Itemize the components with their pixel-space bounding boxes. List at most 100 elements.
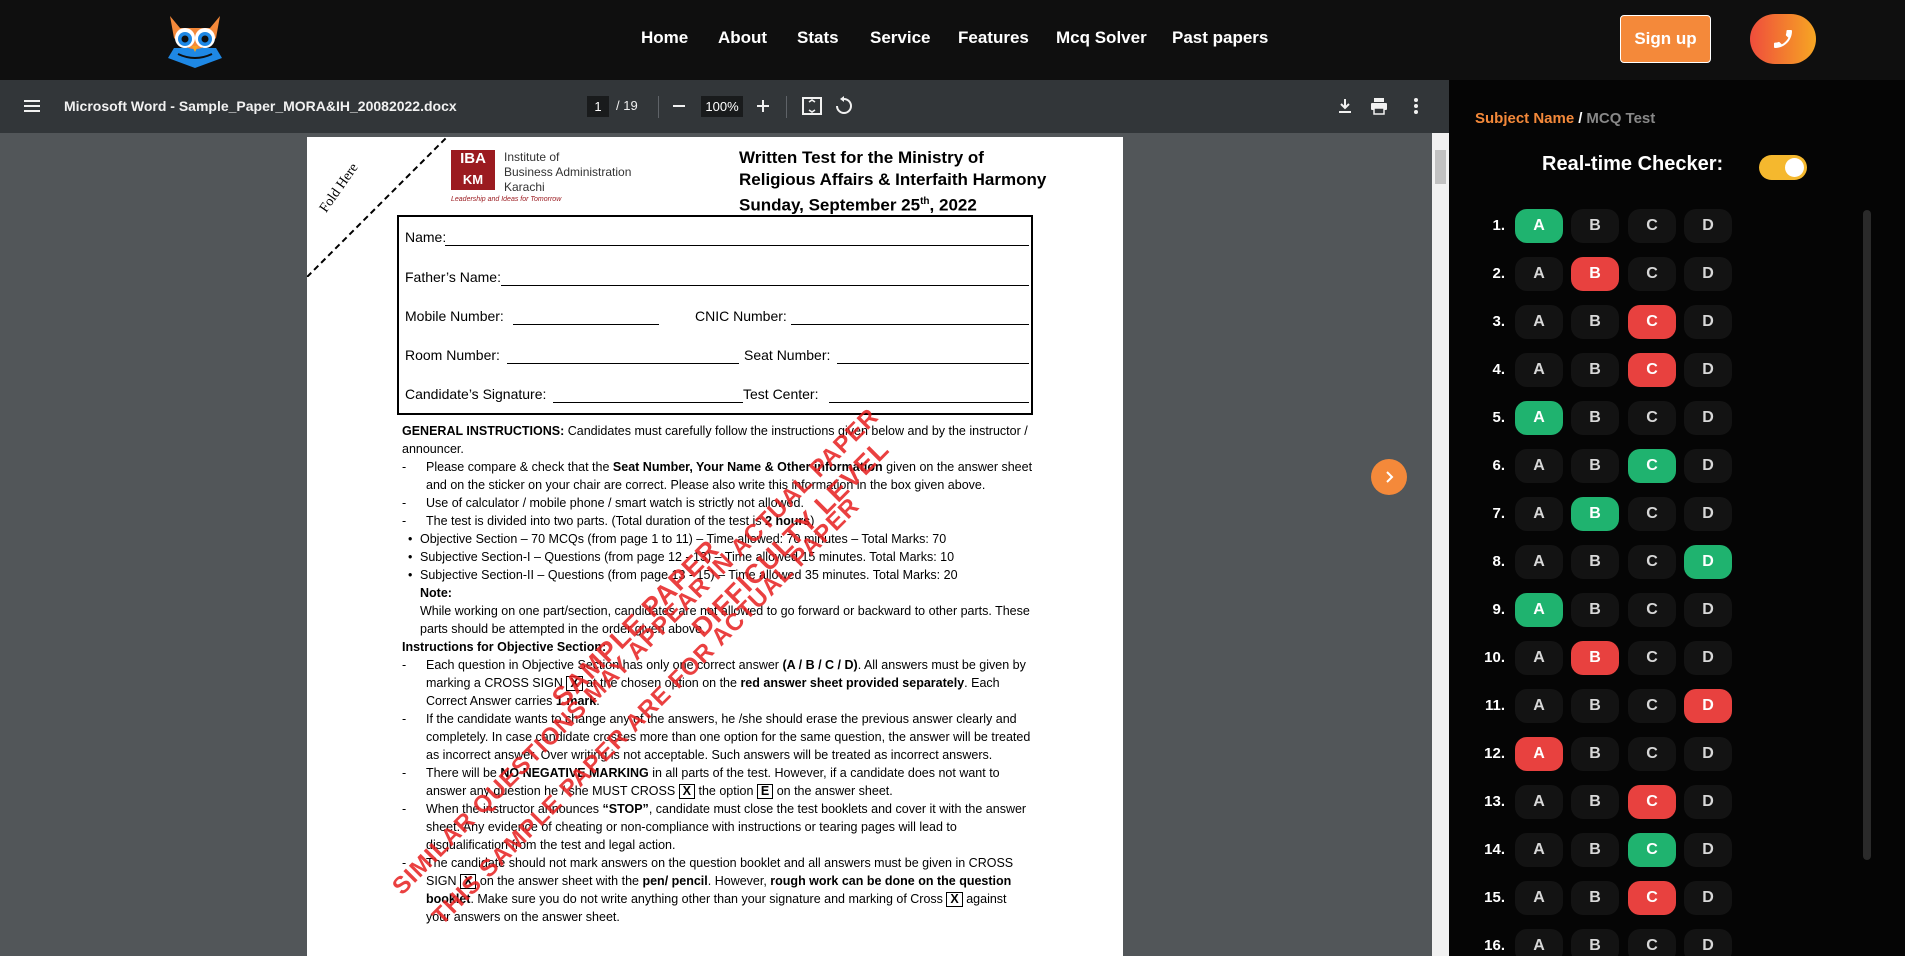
option-c-button[interactable]: C xyxy=(1628,593,1676,627)
option-a-button[interactable]: A xyxy=(1515,209,1563,243)
option-b-button[interactable]: B xyxy=(1571,929,1619,956)
option-d-button[interactable]: D xyxy=(1684,209,1732,243)
nav-about[interactable]: About xyxy=(718,28,767,48)
option-d-button[interactable]: D xyxy=(1684,881,1732,915)
option-b-button[interactable]: B xyxy=(1571,737,1619,771)
nav-stats[interactable]: Stats xyxy=(797,28,839,48)
pdf-scrollbar-thumb[interactable] xyxy=(1435,150,1446,184)
option-b-button[interactable]: B xyxy=(1571,785,1619,819)
option-d-button[interactable]: D xyxy=(1684,353,1732,387)
bullet-item: • Objective Section – 70 MCQs (from page … xyxy=(408,532,947,546)
signup-button[interactable]: Sign up xyxy=(1620,15,1711,63)
option-b-button[interactable]: B xyxy=(1571,401,1619,435)
option-a-button[interactable]: A xyxy=(1515,641,1563,675)
option-b-button[interactable]: B xyxy=(1571,641,1619,675)
option-d-button[interactable]: D xyxy=(1684,449,1732,483)
option-a-button[interactable]: A xyxy=(1515,737,1563,771)
option-a-button[interactable]: A xyxy=(1515,353,1563,387)
zoom-in-icon[interactable] xyxy=(751,94,775,118)
option-d-button[interactable]: D xyxy=(1684,257,1732,291)
nav-past-papers[interactable]: Past papers xyxy=(1172,28,1268,48)
option-b-button[interactable]: B xyxy=(1571,881,1619,915)
question-row: 3. A B C D xyxy=(1449,305,1869,339)
nav-home[interactable]: Home xyxy=(641,28,688,48)
option-c-button[interactable]: C xyxy=(1628,641,1676,675)
option-a-button[interactable]: A xyxy=(1515,593,1563,627)
question-row: 14. A B C D xyxy=(1449,833,1869,867)
option-c-button[interactable]: C xyxy=(1628,929,1676,956)
option-a-button[interactable]: A xyxy=(1515,881,1563,915)
zoom-input[interactable]: 100% xyxy=(701,96,743,117)
option-c-button[interactable]: C xyxy=(1628,209,1676,243)
option-d-button[interactable]: D xyxy=(1684,785,1732,819)
fit-page-icon[interactable] xyxy=(800,94,824,118)
option-d-button[interactable]: D xyxy=(1684,305,1732,339)
question-number: 5. xyxy=(1492,409,1505,426)
option-c-button[interactable]: C xyxy=(1628,449,1676,483)
option-c-button[interactable]: C xyxy=(1628,833,1676,867)
option-c-button[interactable]: C xyxy=(1628,545,1676,579)
option-c-button[interactable]: C xyxy=(1628,689,1676,723)
option-c-button[interactable]: C xyxy=(1628,401,1676,435)
panel-scrollbar[interactable] xyxy=(1863,210,1871,860)
iba-logo-text: IBA xyxy=(460,150,486,167)
question-number: 3. xyxy=(1492,313,1505,330)
option-d-button[interactable]: D xyxy=(1684,641,1732,675)
option-d-button[interactable]: D xyxy=(1684,737,1732,771)
next-page-button[interactable] xyxy=(1371,459,1407,495)
page-number-input[interactable]: 1 xyxy=(587,96,609,117)
option-a-button[interactable]: A xyxy=(1515,689,1563,723)
nav-mcq-solver[interactable]: Mcq Solver xyxy=(1056,28,1147,48)
option-c-button[interactable]: C xyxy=(1628,497,1676,531)
option-c-button[interactable]: C xyxy=(1628,305,1676,339)
menu-icon[interactable] xyxy=(22,96,42,116)
option-d-button[interactable]: D xyxy=(1684,833,1732,867)
option-a-button[interactable]: A xyxy=(1515,545,1563,579)
option-b-button[interactable]: B xyxy=(1571,305,1619,339)
option-c-button[interactable]: C xyxy=(1628,353,1676,387)
option-d-button[interactable]: D xyxy=(1684,497,1732,531)
option-b-button[interactable]: B xyxy=(1571,545,1619,579)
option-d-button[interactable]: D xyxy=(1684,689,1732,723)
option-a-button[interactable]: A xyxy=(1515,257,1563,291)
phone-button[interactable] xyxy=(1750,14,1816,64)
option-a-button[interactable]: A xyxy=(1515,833,1563,867)
option-a-button[interactable]: A xyxy=(1515,449,1563,483)
option-a-button[interactable]: A xyxy=(1515,497,1563,531)
option-b-button[interactable]: B xyxy=(1571,353,1619,387)
pdf-scrollbar[interactable] xyxy=(1432,133,1449,956)
instruction-item: - There will be NO NEGATIVE MARKING in al… xyxy=(402,766,1000,799)
breadcrumb: Subject Name / MCQ Test xyxy=(1475,110,1656,127)
option-b-button[interactable]: B xyxy=(1571,209,1619,243)
option-b-button[interactable]: B xyxy=(1571,449,1619,483)
rotate-icon[interactable] xyxy=(832,94,856,118)
option-b-button[interactable]: B xyxy=(1571,257,1619,291)
option-b-button[interactable]: B xyxy=(1571,833,1619,867)
option-b-button[interactable]: B xyxy=(1571,497,1619,531)
option-a-button[interactable]: A xyxy=(1515,401,1563,435)
option-a-button[interactable]: A xyxy=(1515,929,1563,956)
option-d-button[interactable]: D xyxy=(1684,929,1732,956)
realtime-checker-toggle[interactable] xyxy=(1759,155,1807,180)
option-c-button[interactable]: C xyxy=(1628,785,1676,819)
option-b-button[interactable]: B xyxy=(1571,593,1619,627)
nav-features[interactable]: Features xyxy=(958,28,1029,48)
nav-service[interactable]: Service xyxy=(870,28,931,48)
option-a-button[interactable]: A xyxy=(1515,785,1563,819)
zoom-out-icon[interactable] xyxy=(667,94,691,118)
mcq-panel: Subject Name / MCQ Test Real-time Checker:… xyxy=(1449,80,1905,956)
option-c-button[interactable]: C xyxy=(1628,257,1676,291)
breadcrumb-subject[interactable]: Subject Name xyxy=(1475,110,1574,127)
option-b-button[interactable]: B xyxy=(1571,689,1619,723)
pdf-viewer: Microsoft Word - Sample_Paper_MORA&IH_20… xyxy=(0,80,1449,956)
option-d-button[interactable]: D xyxy=(1684,545,1732,579)
print-icon[interactable] xyxy=(1367,94,1391,118)
objective-heading: Instructions for Objective Section: xyxy=(402,640,607,654)
option-c-button[interactable]: C xyxy=(1628,737,1676,771)
option-d-button[interactable]: D xyxy=(1684,593,1732,627)
option-c-button[interactable]: C xyxy=(1628,881,1676,915)
option-a-button[interactable]: A xyxy=(1515,305,1563,339)
option-d-button[interactable]: D xyxy=(1684,401,1732,435)
download-icon[interactable] xyxy=(1333,94,1357,118)
more-icon[interactable] xyxy=(1404,94,1428,118)
